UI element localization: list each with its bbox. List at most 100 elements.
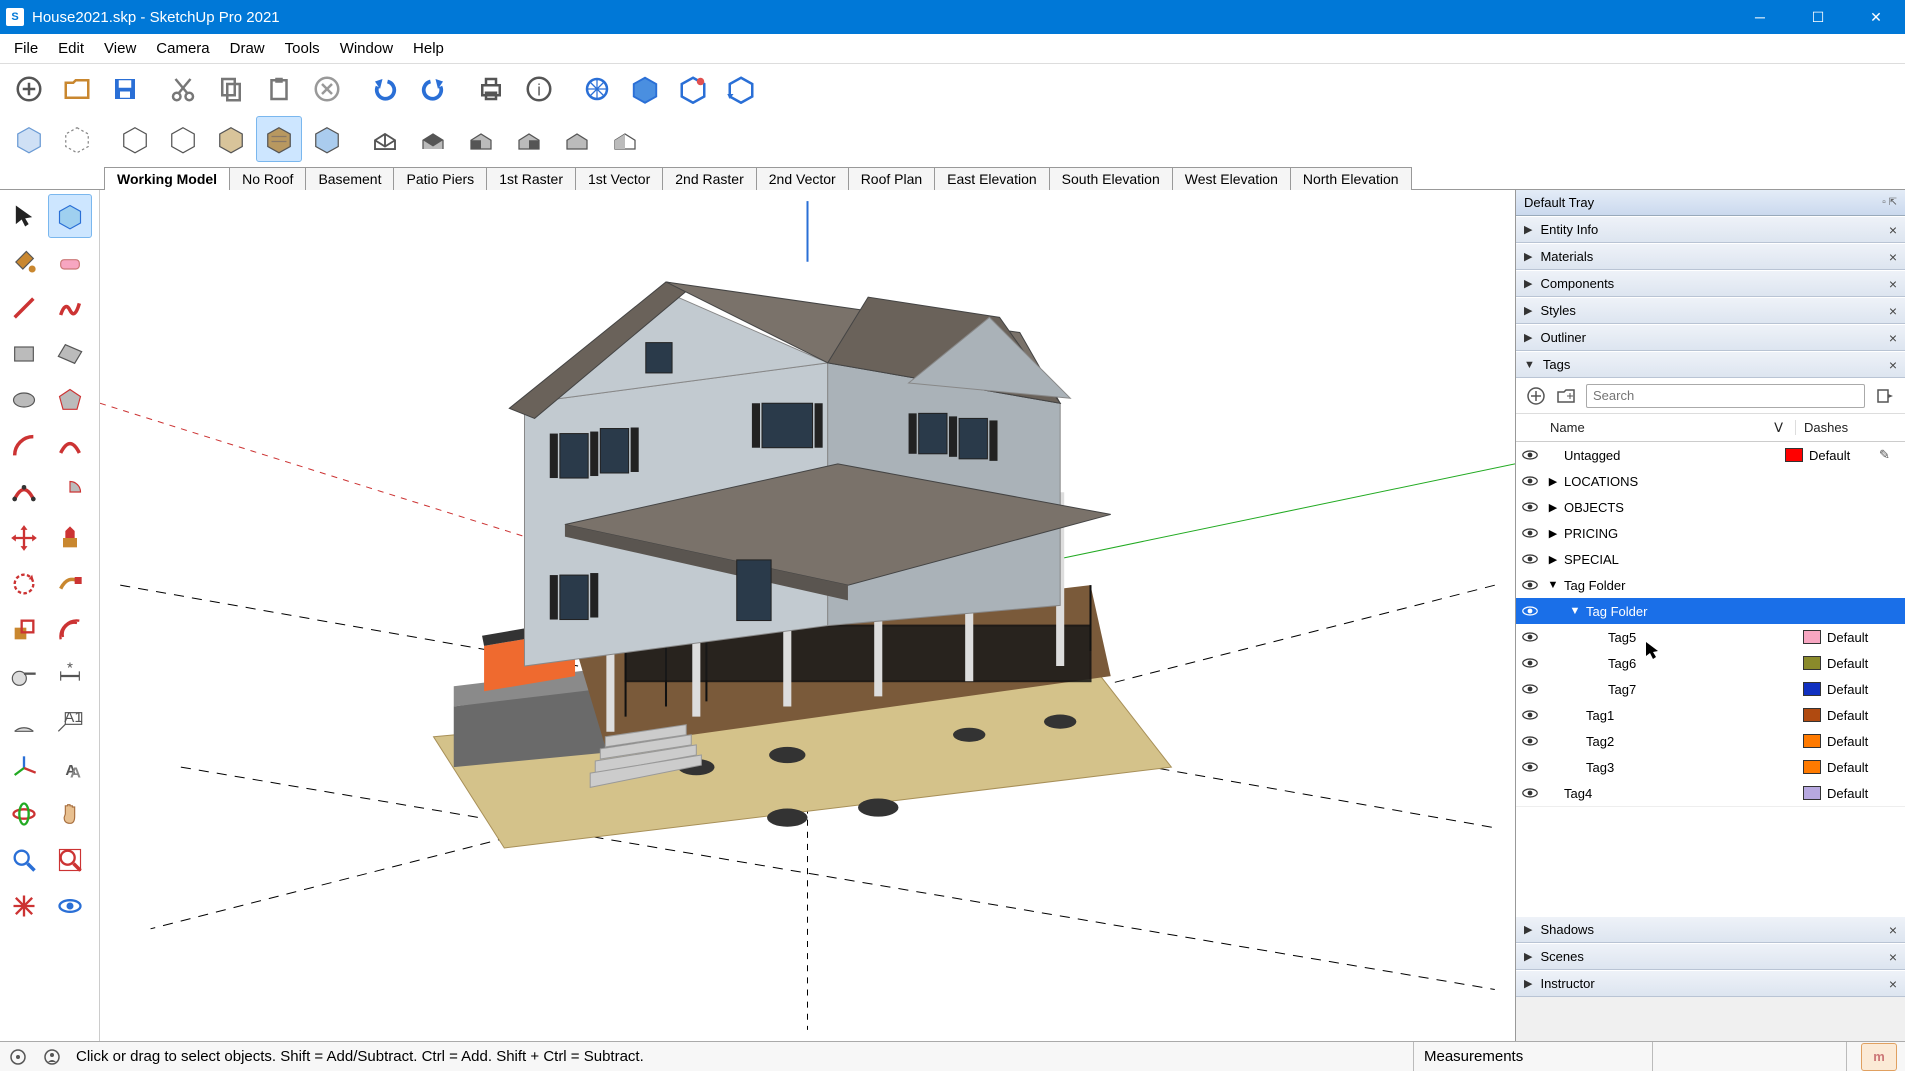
axes-tool-icon[interactable]	[2, 746, 46, 790]
expand-toggle-icon[interactable]: ▶	[1544, 475, 1562, 488]
3d-text-icon[interactable]: AA	[48, 746, 92, 790]
copy-icon[interactable]	[208, 66, 254, 112]
wireframe-icon[interactable]	[112, 116, 158, 162]
3d-warehouse-icon[interactable]	[622, 66, 668, 112]
panel-components[interactable]: ▶Components×	[1516, 270, 1905, 297]
arc-icon[interactable]	[2, 424, 46, 468]
tape-measure-icon[interactable]	[2, 654, 46, 698]
circle-icon[interactable]	[2, 378, 46, 422]
expand-toggle-icon[interactable]: ▶	[1544, 553, 1562, 566]
scene-tab-2nd-vector[interactable]: 2nd Vector	[756, 167, 849, 190]
visibility-toggle-icon[interactable]	[1516, 553, 1544, 565]
tag-row[interactable]: ▼Tag Folder	[1516, 598, 1905, 624]
close-icon[interactable]: ×	[1889, 922, 1897, 938]
undo-icon[interactable]	[362, 66, 408, 112]
pan-tool-icon[interactable]	[48, 792, 92, 836]
tag-dashes[interactable]: Default	[1827, 708, 1897, 723]
dimension-tool-icon[interactable]: *	[48, 654, 92, 698]
visibility-toggle-icon[interactable]	[1516, 449, 1544, 461]
scene-tab-north-elevation[interactable]: North Elevation	[1290, 167, 1412, 190]
close-icon[interactable]: ×	[1889, 222, 1897, 238]
visibility-toggle-icon[interactable]	[1516, 501, 1544, 513]
tag-dashes[interactable]: Default	[1827, 630, 1897, 645]
save-icon[interactable]	[102, 66, 148, 112]
tag-row[interactable]: Tag1Default	[1516, 702, 1905, 728]
close-icon[interactable]: ×	[1889, 357, 1897, 373]
expand-toggle-icon[interactable]: ▶	[1544, 501, 1562, 514]
panel-entity-info[interactable]: ▶Entity Info×	[1516, 216, 1905, 243]
tag-color-swatch[interactable]	[1803, 708, 1821, 722]
orbit-tool-icon[interactable]	[2, 792, 46, 836]
2pt-arc-icon[interactable]	[48, 424, 92, 468]
new-file-icon[interactable]	[6, 66, 52, 112]
make-component-icon[interactable]	[48, 194, 92, 238]
add-tag-icon[interactable]	[1526, 386, 1546, 406]
visibility-toggle-icon[interactable]	[1516, 631, 1544, 643]
scene-tab-west-elevation[interactable]: West Elevation	[1172, 167, 1291, 190]
close-icon[interactable]: ×	[1889, 249, 1897, 265]
scene-tab-working-model[interactable]: Working Model	[104, 167, 230, 190]
visibility-toggle-icon[interactable]	[1516, 761, 1544, 773]
scene-tab-patio-piers[interactable]: Patio Piers	[393, 167, 487, 190]
shaded-icon[interactable]	[208, 116, 254, 162]
visibility-toggle-icon[interactable]	[1516, 579, 1544, 591]
top-view-icon[interactable]	[410, 116, 456, 162]
delete-icon[interactable]	[304, 66, 350, 112]
front-view-icon[interactable]	[458, 116, 504, 162]
panel-materials[interactable]: ▶Materials×	[1516, 243, 1905, 270]
open-file-icon[interactable]	[54, 66, 100, 112]
add-tag-folder-icon[interactable]	[1556, 386, 1576, 406]
rectangle-icon[interactable]	[2, 332, 46, 376]
tag-row[interactable]: Tag2Default	[1516, 728, 1905, 754]
tag-color-swatch[interactable]	[1785, 448, 1803, 462]
visibility-toggle-icon[interactable]	[1516, 683, 1544, 695]
xray-icon[interactable]	[6, 116, 52, 162]
menu-edit[interactable]: Edit	[48, 36, 94, 61]
tag-color-swatch[interactable]	[1803, 786, 1821, 800]
tag-color-swatch[interactable]	[1803, 656, 1821, 670]
freehand-icon[interactable]	[48, 286, 92, 330]
visibility-toggle-icon[interactable]	[1516, 787, 1544, 799]
shaded-textures-icon[interactable]	[256, 116, 302, 162]
scene-tab-east-elevation[interactable]: East Elevation	[934, 167, 1050, 190]
menu-window[interactable]: Window	[330, 36, 403, 61]
zoom-tool-icon[interactable]	[2, 838, 46, 882]
menu-view[interactable]: View	[94, 36, 146, 61]
tags-search-input[interactable]	[1586, 384, 1865, 408]
paste-icon[interactable]	[256, 66, 302, 112]
expand-toggle-icon[interactable]: ▼	[1566, 605, 1584, 617]
panel-outliner[interactable]: ▶Outliner×	[1516, 324, 1905, 351]
position-camera-icon[interactable]	[2, 884, 46, 928]
panel-instructor[interactable]: ▶Instructor×	[1516, 970, 1905, 997]
close-icon[interactable]: ×	[1889, 303, 1897, 319]
pushpull-icon[interactable]	[48, 516, 92, 560]
tag-dashes[interactable]: Default	[1827, 734, 1897, 749]
tag-dashes[interactable]: Default	[1809, 448, 1879, 463]
tag-row[interactable]: Tag6Default	[1516, 650, 1905, 676]
back-view-icon[interactable]	[554, 116, 600, 162]
menu-tools[interactable]: Tools	[275, 36, 330, 61]
scene-tab-1st-raster[interactable]: 1st Raster	[486, 167, 576, 190]
right-view-icon[interactable]	[506, 116, 552, 162]
tag-row[interactable]: ▶SPECIAL	[1516, 546, 1905, 572]
paintbucket-icon[interactable]	[2, 240, 46, 284]
zoom-extents-icon[interactable]	[48, 838, 92, 882]
measurements-value[interactable]	[1667, 1042, 1847, 1071]
close-icon[interactable]: ×	[1889, 976, 1897, 992]
tag-row[interactable]: UntaggedDefault✎	[1516, 442, 1905, 468]
pie-icon[interactable]	[48, 470, 92, 514]
cut-icon[interactable]	[160, 66, 206, 112]
menu-draw[interactable]: Draw	[220, 36, 275, 61]
rotate-tool-icon[interactable]	[2, 562, 46, 606]
tray-pin-icon[interactable]: ▫ ⇱	[1882, 197, 1897, 208]
scene-tab-south-elevation[interactable]: South Elevation	[1049, 167, 1173, 190]
scene-tab-1st-vector[interactable]: 1st Vector	[575, 167, 663, 190]
tag-row[interactable]: Tag5Default	[1516, 624, 1905, 650]
tag-row[interactable]: Tag3Default	[1516, 754, 1905, 780]
tag-row[interactable]: Tag7Default	[1516, 676, 1905, 702]
edit-icon[interactable]: ✎	[1879, 447, 1897, 463]
send-to-layout-icon[interactable]	[718, 66, 764, 112]
column-dashes[interactable]: Dashes	[1795, 420, 1905, 435]
corner-badge[interactable]: m	[1861, 1043, 1897, 1071]
tag-row[interactable]: Tag4Default	[1516, 780, 1905, 806]
